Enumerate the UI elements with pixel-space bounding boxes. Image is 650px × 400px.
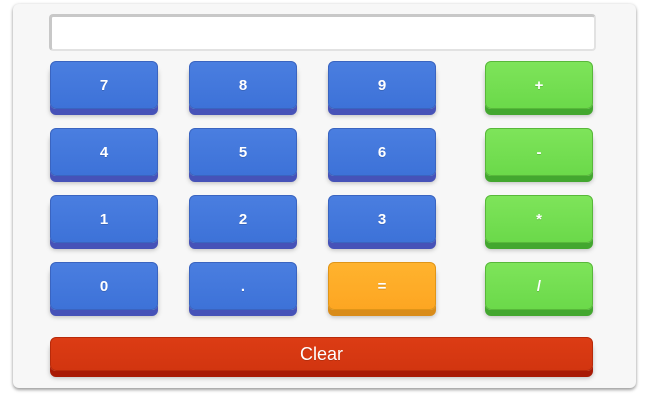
key-0[interactable]: 0 <box>50 262 158 310</box>
display-field[interactable] <box>49 14 596 51</box>
key-4[interactable]: 4 <box>50 128 158 176</box>
key-decimal[interactable]: . <box>189 262 297 310</box>
calculator: 7 8 9 + 4 5 6 - 1 2 3 * 0 . = / Clear <box>13 4 636 388</box>
key-2[interactable]: 2 <box>189 195 297 243</box>
key-multiply[interactable]: * <box>485 195 593 243</box>
key-8[interactable]: 8 <box>189 61 297 109</box>
key-divide[interactable]: / <box>485 262 593 310</box>
key-1[interactable]: 1 <box>50 195 158 243</box>
key-minus[interactable]: - <box>485 128 593 176</box>
key-5[interactable]: 5 <box>189 128 297 176</box>
clear-button[interactable]: Clear <box>50 337 593 371</box>
key-plus[interactable]: + <box>485 61 593 109</box>
key-9[interactable]: 9 <box>328 61 436 109</box>
key-3[interactable]: 3 <box>328 195 436 243</box>
key-7[interactable]: 7 <box>50 61 158 109</box>
key-6[interactable]: 6 <box>328 128 436 176</box>
key-equals[interactable]: = <box>328 262 436 310</box>
